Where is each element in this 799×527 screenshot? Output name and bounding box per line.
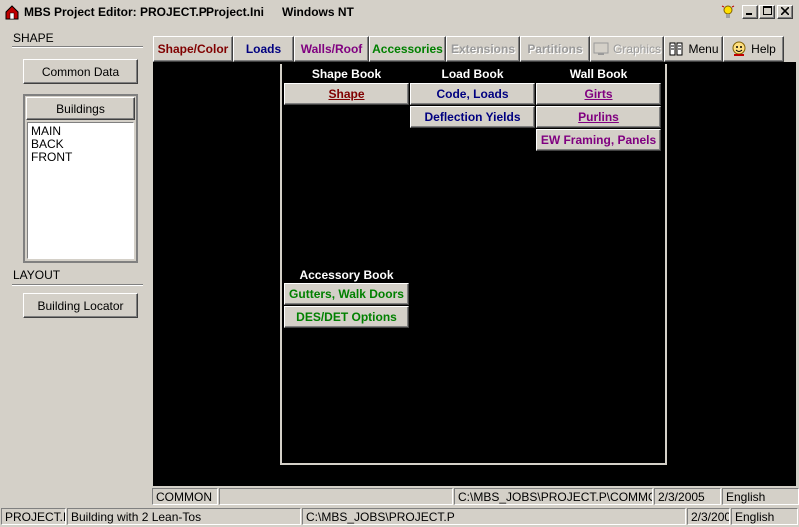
load-book-title: Load Book	[441, 67, 504, 81]
maximize-button[interactable]	[759, 5, 775, 19]
status-path: C:\MBS_JOBS\PROJECT.P	[302, 508, 686, 525]
toolbar: Shape/Color Loads Walls/Roof Accessories…	[153, 36, 799, 62]
status-file: PROJECT.P	[1, 508, 66, 525]
common-data-button[interactable]: Common Data	[23, 59, 138, 84]
lightbulb-icon[interactable]	[721, 4, 735, 20]
des-det-options-button[interactable]: DES/DET Options	[284, 306, 409, 328]
tab-loads[interactable]: Loads	[233, 36, 294, 62]
tab-partitions[interactable]: Partitions	[520, 36, 590, 62]
menu-label: Menu	[688, 42, 719, 56]
ini-file-label: Project.Ini	[206, 5, 265, 19]
books-menu: Shape Book Load Book Wall Book Shape Cod…	[280, 64, 667, 465]
minimize-icon	[746, 7, 754, 18]
close-button[interactable]	[777, 5, 793, 19]
gutters-walk-doors-label: Gutters, Walk Doors	[289, 287, 404, 301]
purlins-button[interactable]: Purlins	[536, 106, 661, 128]
building-locator-button[interactable]: Building Locator	[23, 293, 138, 318]
divider	[12, 46, 143, 48]
status-date: 2/3/2005	[687, 508, 730, 525]
ew-framing-panels-button[interactable]: EW Framing, Panels	[536, 129, 661, 151]
tab-label: Accessories	[372, 42, 443, 56]
left-panel: SHAPE Common Data Buildings MAIN BACK FR…	[0, 24, 152, 485]
menu-button[interactable]: Menu	[664, 36, 723, 62]
tab-shape-color[interactable]: Shape/Color	[153, 36, 233, 62]
help-icon	[731, 41, 747, 57]
status-date: 2/3/2005	[654, 488, 721, 505]
buildings-list[interactable]: MAIN BACK FRONT	[27, 122, 134, 259]
shape-section-label: SHAPE	[13, 31, 54, 45]
minimize-button[interactable]	[742, 5, 758, 19]
tab-label: Loads	[245, 42, 282, 56]
tab-label: Extensions	[450, 42, 516, 56]
status-language: English	[722, 488, 799, 505]
layout-section-label: LAYOUT	[13, 268, 61, 282]
inner-status-bar: COMMON C:\MBS_JOBS\PROJECT.P\COMMON 2/3/…	[152, 486, 799, 506]
help-label: Help	[751, 42, 776, 56]
deflection-yields-label: Deflection Yields	[424, 110, 521, 124]
title-bar: MBS Project Editor: PROJECT.P Project.In…	[0, 0, 799, 24]
close-icon	[780, 5, 790, 18]
purlins-label: Purlins	[578, 110, 619, 124]
des-det-options-label: DES/DET Options	[296, 310, 397, 324]
workspace: Shape Book Load Book Wall Book Shape Cod…	[153, 62, 796, 486]
buildings-button[interactable]: Buildings	[26, 97, 135, 120]
shape-label: Shape	[328, 87, 365, 101]
wall-book-title: Wall Book	[569, 67, 628, 81]
girts-button[interactable]: Girts	[536, 83, 661, 105]
accessory-book-title: Accessory Book	[299, 268, 394, 282]
book-icon	[668, 41, 684, 57]
tab-label: Walls/Roof	[300, 42, 363, 56]
help-button[interactable]: Help	[723, 36, 784, 62]
shape-book-title: Shape Book	[311, 67, 382, 81]
maximize-icon	[762, 6, 772, 18]
code-loads-label: Code, Loads	[436, 87, 509, 101]
tab-label: Graphics	[612, 42, 662, 56]
tab-extensions[interactable]: Extensions	[446, 36, 520, 62]
divider	[12, 284, 143, 286]
status-language: English	[731, 508, 798, 525]
status-blank	[219, 488, 453, 505]
window-title: MBS Project Editor: PROJECT.P	[24, 5, 207, 19]
gutters-walk-doors-button[interactable]: Gutters, Walk Doors	[284, 283, 409, 305]
building-locator-label: Building Locator	[37, 298, 124, 313]
shape-button[interactable]: Shape	[284, 83, 409, 105]
tab-accessories[interactable]: Accessories	[369, 36, 446, 62]
list-item[interactable]: FRONT	[31, 151, 130, 164]
status-description: Building with 2 Lean-Tos	[67, 508, 301, 525]
graphics-icon	[593, 41, 609, 57]
os-label: Windows NT	[282, 5, 354, 19]
code-loads-button[interactable]: Code, Loads	[410, 83, 535, 105]
status-bar: PROJECT.P Building with 2 Lean-Tos C:\MB…	[0, 506, 799, 526]
status-mode: COMMON	[152, 488, 218, 505]
tab-walls-roof[interactable]: Walls/Roof	[294, 36, 369, 62]
ew-framing-panels-label: EW Framing, Panels	[540, 133, 657, 147]
girts-label: Girts	[584, 87, 613, 101]
deflection-yields-button[interactable]: Deflection Yields	[410, 106, 535, 128]
status-path: C:\MBS_JOBS\PROJECT.P\COMMON	[454, 488, 653, 505]
buildings-label: Buildings	[56, 101, 105, 116]
app-icon[interactable]	[4, 4, 20, 20]
tab-label: Shape/Color	[157, 42, 229, 56]
tab-label: Partitions	[527, 42, 583, 56]
buildings-panel: Buildings MAIN BACK FRONT	[23, 94, 138, 263]
tab-graphics[interactable]: Graphics	[590, 36, 664, 62]
common-data-label: Common Data	[41, 64, 120, 79]
